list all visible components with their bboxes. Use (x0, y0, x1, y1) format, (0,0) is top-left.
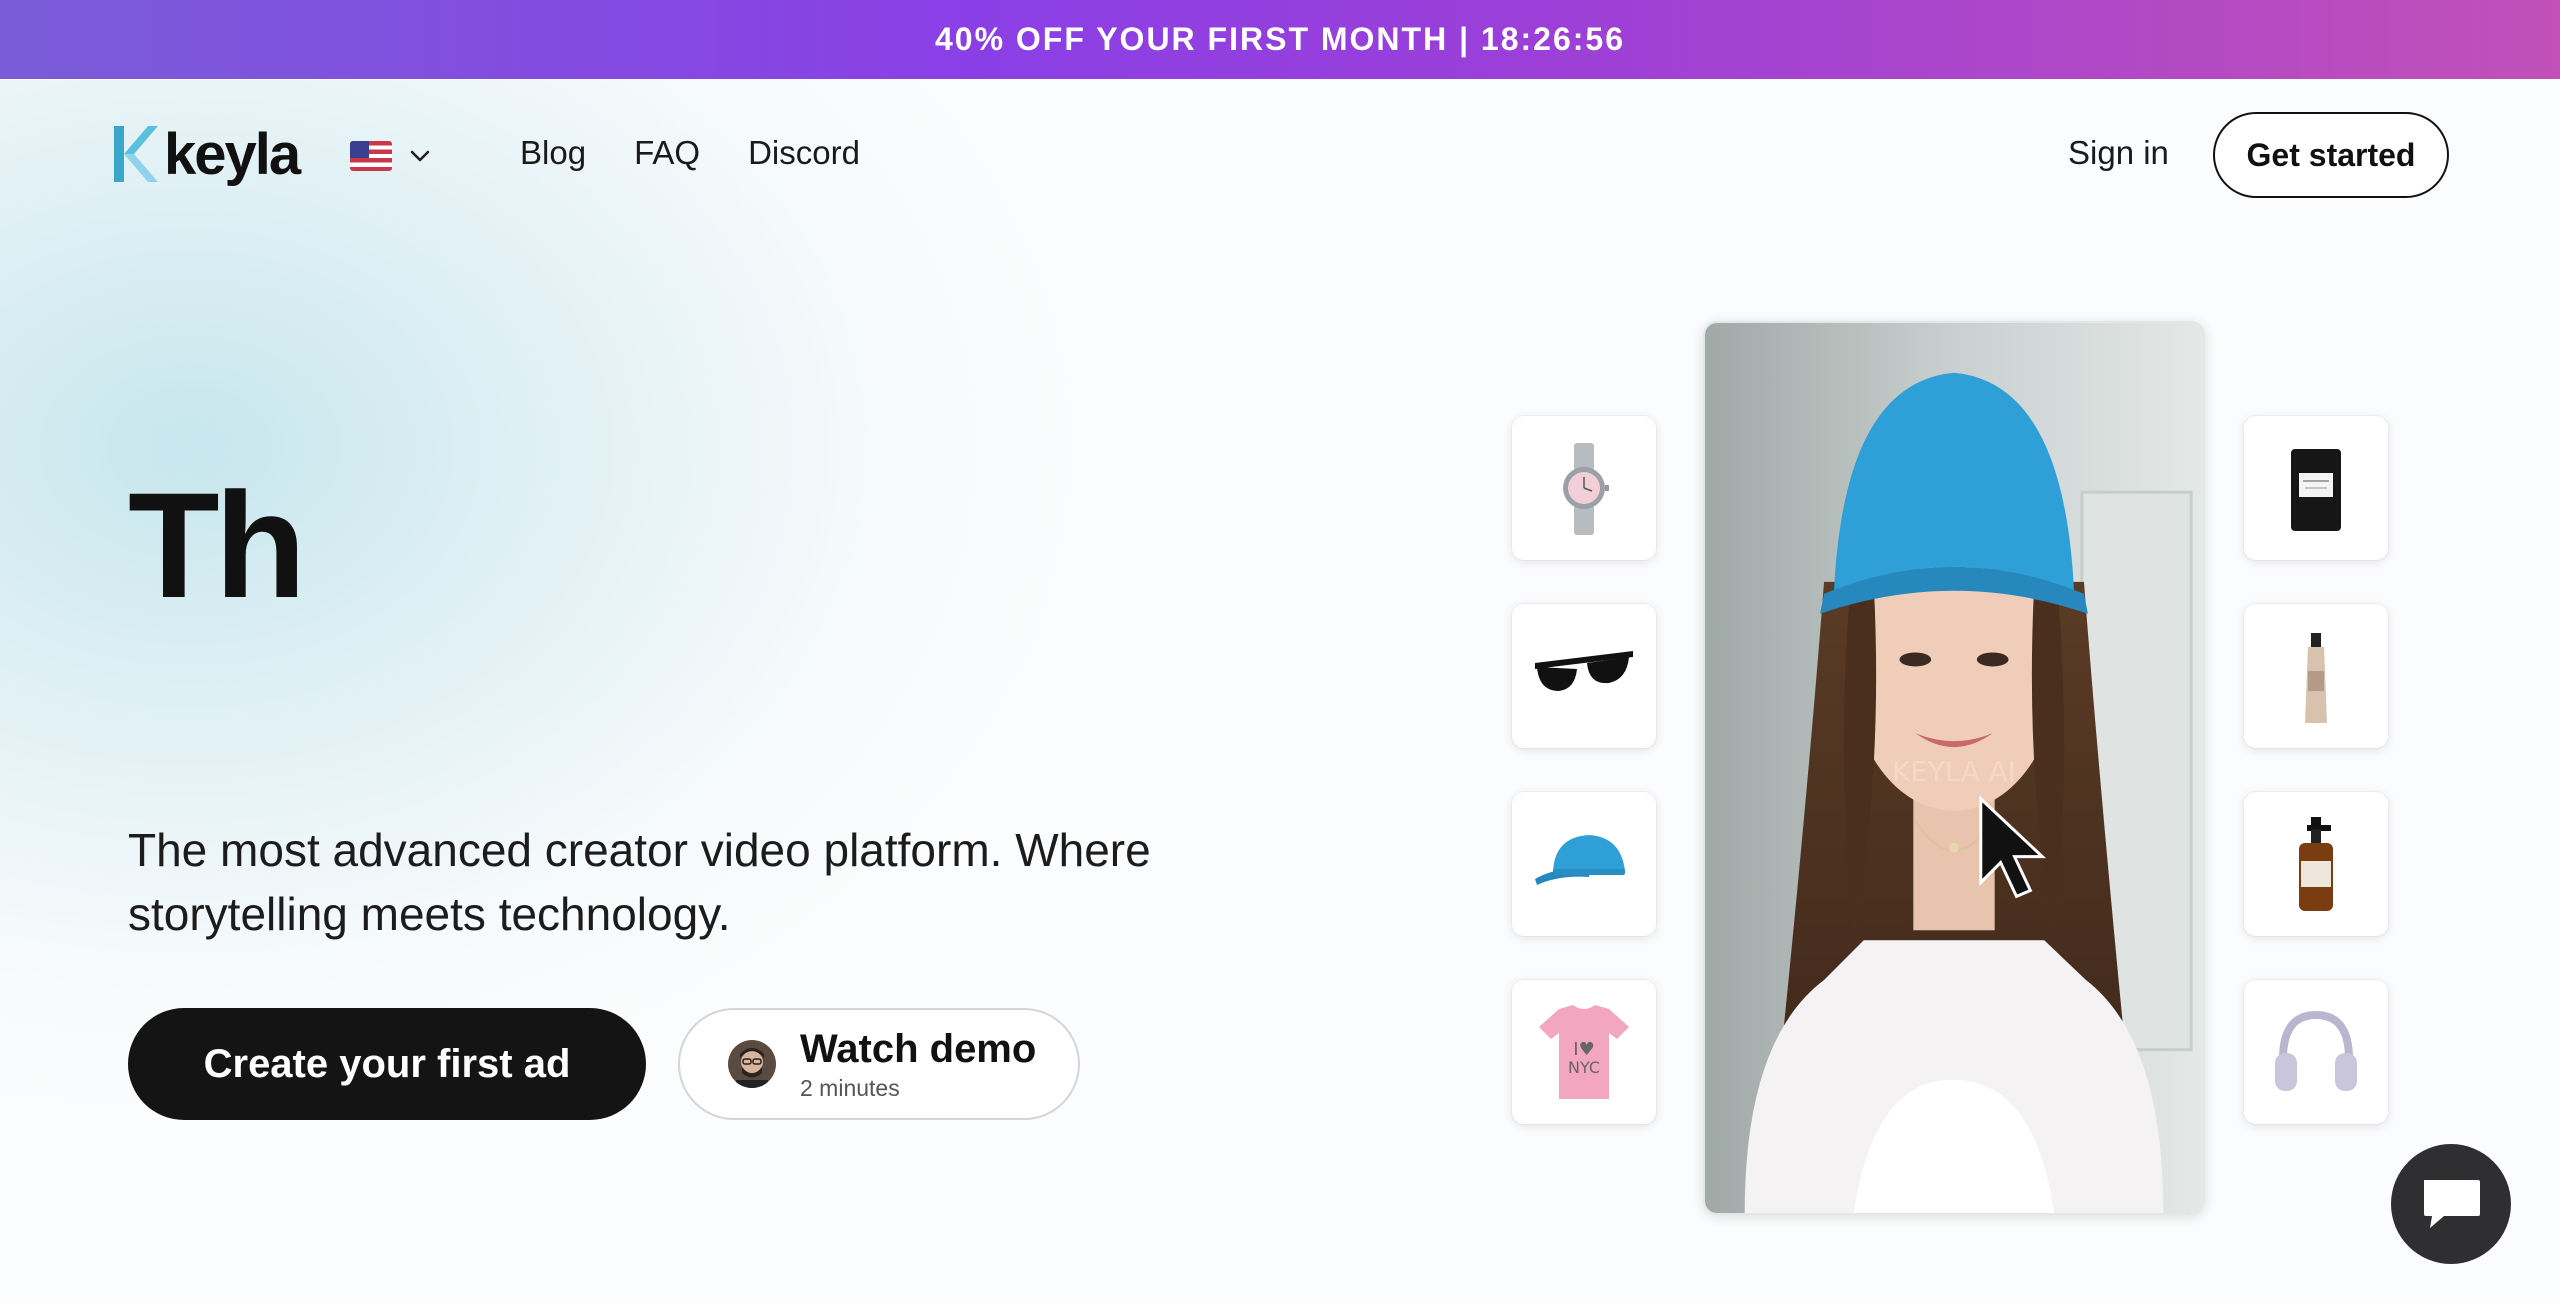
product-card-sunglasses[interactable] (1512, 604, 1656, 748)
chat-bubble-icon (2424, 1180, 2480, 1228)
hero-subtitle: The most advanced creator video platform… (128, 824, 1151, 940)
nav-discord[interactable]: Discord (748, 134, 860, 172)
product-card-tshirt[interactable]: I♥ NYC (1512, 980, 1656, 1124)
logo-mark-icon (114, 126, 158, 182)
watch-demo-button[interactable]: Watch demo 2 minutes (678, 1008, 1080, 1120)
chevron-down-icon (410, 150, 430, 162)
get-started-button[interactable]: Get started (2213, 112, 2449, 198)
product-card-watch[interactable] (1512, 416, 1656, 560)
svg-text:NYC: NYC (1568, 1058, 1600, 1077)
headphones-icon (2275, 1010, 2357, 1091)
promo-banner[interactable]: 40% OFF YOUR FIRST MONTH | 18:26:56 (0, 0, 2560, 79)
product-card-cream[interactable] (2244, 604, 2388, 748)
promo-text: 40% OFF YOUR FIRST MONTH | 18:26:56 (934, 21, 1626, 57)
page: 40% OFF YOUR FIRST MONTH | 18:26:56 keyl… (0, 0, 2560, 1304)
soap-bottle-icon (2299, 817, 2333, 911)
watch-demo-duration: 2 minutes (800, 1074, 900, 1101)
sunglasses-icon (1535, 651, 1633, 691)
main-nav: Blog FAQ Discord (520, 134, 860, 172)
cream-tube-icon (2305, 633, 2327, 723)
product-card-headphones[interactable] (2244, 980, 2388, 1124)
tshirt-icon: I♥ NYC (1539, 1005, 1629, 1099)
create-first-ad-button[interactable]: Create your first ad (128, 1008, 646, 1120)
logo-text: keyla (164, 121, 301, 187)
us-flag-icon (350, 141, 392, 171)
product-card-candle[interactable] (2244, 416, 2388, 560)
cap-icon (1535, 835, 1625, 885)
site-header: keyla Blog FAQ Discord Sign in Get start… (0, 79, 2560, 229)
watch-demo-label: Watch demo (800, 1026, 1037, 1071)
logo[interactable]: keyla (110, 119, 301, 189)
nav-faq[interactable]: FAQ (634, 134, 700, 172)
svg-text:I♥: I♥ (1573, 1039, 1594, 1060)
product-card-soap[interactable] (2244, 792, 2388, 936)
language-selector[interactable] (350, 136, 432, 176)
demo-video-preview[interactable]: KEYLA AI (1703, 321, 2205, 1215)
chat-launcher-button[interactable] (2391, 1144, 2511, 1264)
candle-icon (2291, 449, 2341, 531)
hero-title: Th (128, 461, 306, 629)
nav-blog[interactable]: Blog (520, 134, 586, 172)
sign-in-link[interactable]: Sign in (2068, 134, 2169, 172)
watch-icon (1563, 443, 1609, 535)
presenter-avatar (728, 1040, 776, 1088)
product-card-cap[interactable] (1512, 792, 1656, 936)
video-watermark: KEYLA AI (1892, 755, 2016, 788)
video-frame: KEYLA AI (1705, 323, 2203, 1213)
